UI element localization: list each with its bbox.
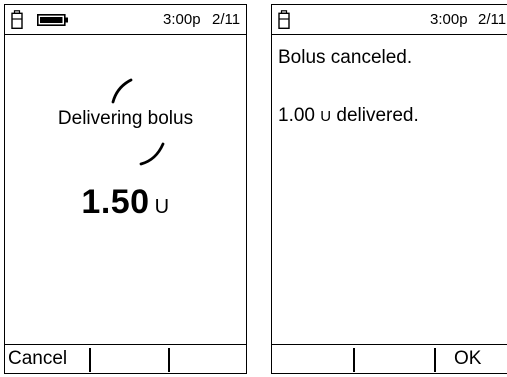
- bolus-canceled-message: Bolus canceled.: [278, 47, 413, 68]
- softkey-bar: OK: [272, 344, 507, 373]
- progress-spinner-bottom-arc: [139, 142, 165, 166]
- status-date: 2/11: [212, 11, 241, 28]
- softkey-bar: Cancel: [5, 344, 246, 373]
- battery-icon: [37, 14, 68, 26]
- pump-screen-delivering: 3:00p 2/11 Delivering bolus 1.50 U Cancel: [4, 4, 247, 374]
- delivered-amount-message: 1.00 U delivered.: [278, 105, 419, 127]
- delivered-label: delivered.: [336, 105, 419, 126]
- status-date: 2/11: [478, 11, 507, 28]
- middle-softkey[interactable]: [91, 345, 167, 373]
- cartridge-icon: [11, 10, 23, 29]
- status-bar: 3:00p 2/11: [272, 5, 507, 35]
- progress-spinner-top-arc: [111, 78, 133, 104]
- bolus-value: 1.50: [81, 183, 150, 221]
- pump-screen-canceled: 3:00p 2/11 Bolus canceled. 1.00 U delive…: [271, 4, 507, 374]
- status-time: 3:00p: [163, 11, 201, 28]
- delivered-value: 1.00: [278, 105, 315, 126]
- unit-label: U: [154, 196, 170, 218]
- bolus-amount: 1.50 U: [5, 183, 246, 222]
- status-time: 3:00p: [430, 11, 468, 28]
- ok-softkey[interactable]: OK: [454, 345, 481, 373]
- left-softkey[interactable]: [272, 345, 352, 373]
- unit-label: U: [320, 108, 332, 125]
- softkey-divider: [434, 348, 436, 372]
- cartridge-icon: [278, 10, 290, 29]
- delivering-message: Delivering bolus: [57, 108, 194, 129]
- status-bar: 3:00p 2/11: [5, 5, 246, 35]
- middle-softkey[interactable]: [355, 345, 433, 373]
- right-softkey[interactable]: [170, 345, 246, 373]
- cancel-softkey[interactable]: Cancel: [8, 345, 67, 373]
